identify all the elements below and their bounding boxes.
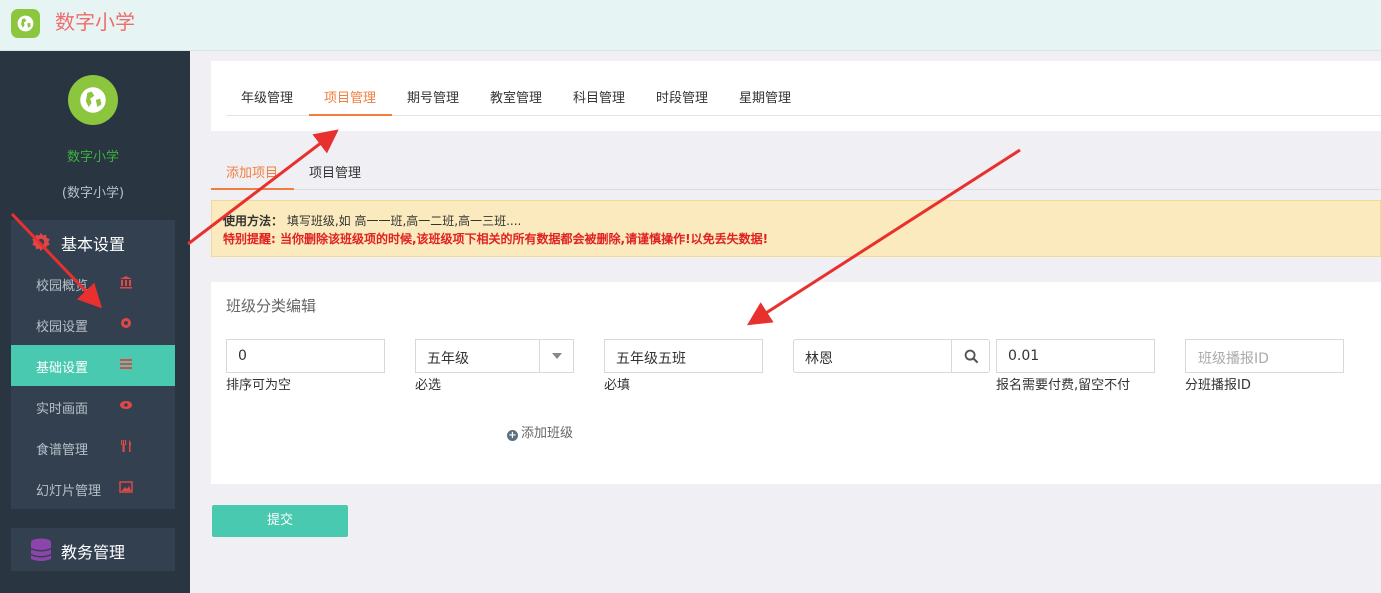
menu-head-label: 教务管理: [61, 543, 126, 562]
top-header: 数字小学: [0, 0, 1381, 51]
select-divider: [539, 340, 540, 372]
gear-icon: [121, 318, 131, 328]
tab-period[interactable]: 期号管理: [407, 87, 459, 106]
school-subtitle: (数字小学): [61, 186, 125, 201]
broadcast-id-input[interactable]: 班级播报ID: [1185, 339, 1344, 373]
school-name: 数字小学: [66, 150, 119, 165]
warning-text: 特别提醒: 当你删除该班级项的时候,该班级项下相关的所有数据都会被删除,请谨慎操…: [223, 232, 769, 246]
sidebar-item-label: 校园概览: [36, 279, 89, 294]
class-name-value: 五年级五班: [616, 351, 686, 367]
sidebar-item-label: 基础设置: [36, 361, 89, 376]
sort-hint: 排序可为空: [226, 378, 292, 393]
tab-classroom[interactable]: 教室管理: [490, 87, 542, 106]
chevron-down-icon: [552, 353, 562, 359]
image-icon: [119, 481, 133, 493]
sidebar-item-slideshow[interactable]: 幻灯片管理: [11, 468, 175, 509]
active-tab-indicator: [309, 114, 392, 116]
teacher-value: 林恩: [805, 351, 833, 367]
fee-value: 0.01: [1008, 348, 1040, 364]
avatar[interactable]: [68, 75, 118, 125]
teacher-search-button[interactable]: [951, 339, 990, 373]
sidebar-item-label: 校园设置: [36, 320, 89, 335]
list-icon: [120, 359, 132, 369]
gear-icon: [32, 232, 50, 252]
menu-head-affairs[interactable]: 教务管理: [11, 528, 175, 571]
app-logo-icon[interactable]: [11, 9, 40, 38]
sidebar-item-campus-overview[interactable]: 校园概览: [11, 263, 175, 304]
tab-weekday[interactable]: 星期管理: [739, 87, 791, 106]
search-icon: [964, 349, 979, 364]
cutlery-icon: [121, 440, 131, 452]
sort-value: 0: [238, 348, 247, 364]
menu-group-basic: 基本设置 校园概览 校园设置 基础设置 实时画面 食谱管理 幻灯片管理: [11, 220, 175, 509]
tab-project[interactable]: 项目管理: [324, 87, 376, 106]
teacher-input[interactable]: 林恩: [793, 339, 952, 373]
sort-input[interactable]: 0: [226, 339, 385, 373]
bank-icon: [120, 276, 132, 289]
broadcast-id-placeholder: 班级播报ID: [1198, 351, 1269, 367]
class-name-input[interactable]: 五年级五班: [604, 339, 763, 373]
class-name-hint: 必填: [604, 378, 631, 393]
subtab-project-manage[interactable]: 项目管理: [309, 162, 361, 181]
usage-label: 使用方法：: [223, 214, 284, 228]
panel-title: 班级分类编辑: [226, 297, 317, 315]
sidebar-item-campus-settings[interactable]: 校园设置: [11, 304, 175, 345]
tab-grade[interactable]: 年级管理: [241, 87, 293, 106]
usage-text: 填写班级,如 高一一班,高一二班,高一三班....: [286, 214, 522, 228]
sidebar-item-label: 食谱管理: [36, 443, 89, 458]
usage-line: 使用方法： 填写班级,如 高一一班,高一二班,高一三班....: [223, 212, 521, 229]
grade-hint: 必选: [415, 378, 442, 393]
tabs-divider: [226, 115, 1381, 116]
sidebar-item-label: 实时画面: [36, 402, 89, 417]
tabs-panel: 年级管理 项目管理 期号管理 教室管理 科目管理 时段管理 星期管理: [211, 61, 1381, 131]
submit-button[interactable]: 提交: [212, 505, 348, 537]
database-icon: [31, 538, 51, 561]
tab-timeslot[interactable]: 时段管理: [656, 87, 708, 106]
tab-subject[interactable]: 科目管理: [573, 87, 625, 106]
sidebar-item-recipes[interactable]: 食谱管理: [11, 427, 175, 468]
grade-value: 五年级: [427, 351, 469, 367]
grade-select[interactable]: 五年级: [415, 339, 574, 373]
app-title: 数字小学: [55, 10, 135, 34]
menu-head-basic[interactable]: 基本设置: [11, 220, 175, 263]
fee-hint: 报名需要付费,留空不付: [996, 378, 1131, 393]
form-panel: 班级分类编辑 0 排序可为空 五年级 必选 五年级五班 必填 林恩 0.01 报…: [211, 282, 1381, 484]
sidebar-item-live-view[interactable]: 实时画面: [11, 386, 175, 427]
sidebar: 数字小学 (数字小学) 基本设置 校园概览 校园设置 基础设置 实时画面 食谱管…: [0, 51, 190, 593]
active-subtab-indicator: [211, 188, 294, 190]
sidebar-item-label: 幻灯片管理: [36, 484, 102, 499]
add-class-label: 添加班级: [521, 426, 574, 441]
add-class-button[interactable]: + 添加班级: [507, 422, 573, 441]
menu-head-label: 基本设置: [61, 235, 126, 254]
fee-input[interactable]: 0.01: [996, 339, 1155, 373]
sidebar-item-basic-settings[interactable]: 基础设置: [11, 345, 175, 386]
eye-icon: [120, 401, 132, 409]
subtab-add-project[interactable]: 添加项目: [226, 162, 278, 181]
notice-box: 使用方法： 填写班级,如 高一一班,高一二班,高一三班.... 特别提醒: 当你…: [211, 200, 1381, 257]
broadcast-id-hint: 分班播报ID: [1185, 378, 1251, 393]
subtabs-divider: [211, 189, 1381, 190]
plus-circle-icon: +: [507, 430, 518, 441]
